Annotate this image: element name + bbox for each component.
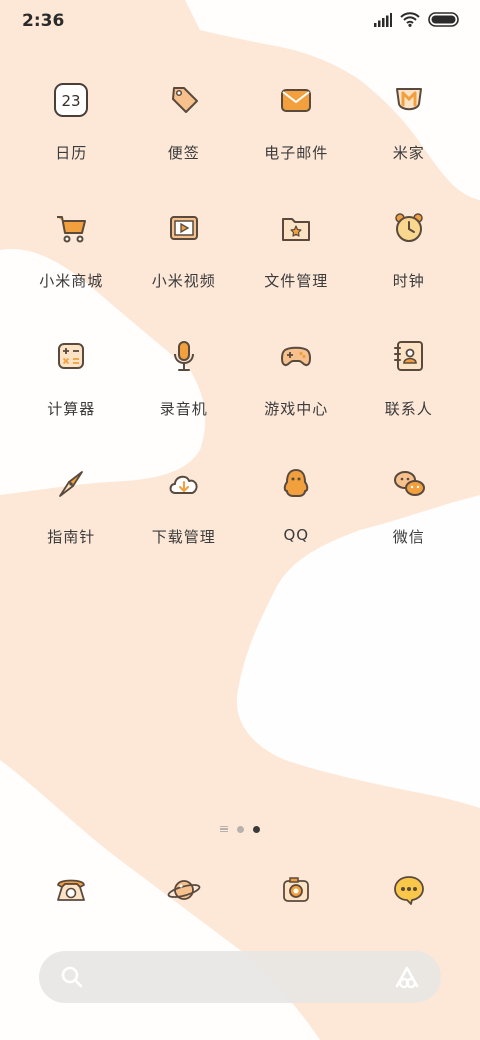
app-calculator[interactable]: 计算器 — [15, 320, 128, 448]
gamepad-icon — [268, 328, 324, 384]
wechat-icon — [381, 456, 437, 512]
status-time: 2:36 — [22, 11, 65, 31]
app-compass[interactable]: 指南针 — [15, 448, 128, 576]
search-icon[interactable] — [59, 964, 85, 990]
camera-icon[interactable] — [268, 858, 324, 922]
phone-icon[interactable] — [43, 858, 99, 922]
app-qq[interactable]: QQ — [240, 448, 353, 576]
calendar-date: 23 — [62, 92, 81, 110]
app-label: QQ — [283, 526, 310, 544]
contacts-icon — [381, 328, 437, 384]
app-label: 小米视频 — [151, 272, 216, 290]
status-bar: 2:36 — [0, 0, 480, 44]
signal-icon — [374, 12, 392, 27]
dock — [15, 858, 465, 922]
microphone-icon — [156, 328, 212, 384]
page-indicator-list[interactable] — [220, 825, 228, 833]
app-grid: 23 日历 便签 电子邮件 米家 小米商城 小米视频 文件管理 时钟 计算器 录… — [15, 64, 465, 576]
app-notes[interactable]: 便签 — [128, 64, 241, 192]
app-label: 录音机 — [159, 400, 208, 418]
app-mi-store[interactable]: 小米商城 — [15, 192, 128, 320]
app-label: 日历 — [55, 144, 88, 162]
search-bar[interactable] — [39, 951, 441, 1003]
mijia-icon — [381, 72, 437, 128]
app-label: 下载管理 — [151, 528, 216, 546]
app-label: 时钟 — [392, 272, 425, 290]
app-label: 便签 — [167, 144, 200, 162]
app-file-manager[interactable]: 文件管理 — [240, 192, 353, 320]
page-indicator[interactable] — [0, 823, 480, 835]
app-contacts[interactable]: 联系人 — [353, 320, 466, 448]
app-game-center[interactable]: 游戏中心 — [240, 320, 353, 448]
app-label: 微信 — [392, 528, 425, 546]
app-mi-video[interactable]: 小米视频 — [128, 192, 241, 320]
app-label: 游戏中心 — [264, 400, 329, 418]
calculator-icon — [43, 328, 99, 384]
assistant-icon[interactable] — [393, 963, 421, 991]
app-recorder[interactable]: 录音机 — [128, 320, 241, 448]
app-label: 指南针 — [47, 528, 96, 546]
app-calendar[interactable]: 23 日历 — [15, 64, 128, 192]
compass-icon — [43, 456, 99, 512]
clock-icon — [381, 200, 437, 256]
mail-icon — [268, 72, 324, 128]
app-mijia[interactable]: 米家 — [353, 64, 466, 192]
message-icon[interactable] — [381, 858, 437, 922]
qq-icon — [268, 456, 324, 512]
page-dot[interactable] — [237, 825, 244, 833]
calendar-icon: 23 — [43, 72, 99, 128]
video-icon — [156, 200, 212, 256]
app-label: 小米商城 — [39, 272, 104, 290]
app-label: 电子邮件 — [264, 144, 329, 162]
page-dot-active[interactable] — [253, 825, 260, 833]
status-icons — [374, 12, 460, 27]
app-wechat[interactable]: 微信 — [353, 448, 466, 576]
planet-icon[interactable] — [156, 858, 212, 922]
battery-icon — [428, 12, 459, 27]
wifi-icon — [400, 12, 420, 27]
app-download-manager[interactable]: 下载管理 — [128, 448, 241, 576]
cloud-download-icon — [156, 456, 212, 512]
folder-icon — [268, 200, 324, 256]
app-label: 计算器 — [47, 400, 96, 418]
app-label: 米家 — [392, 144, 425, 162]
app-label: 联系人 — [384, 400, 433, 418]
app-clock[interactable]: 时钟 — [353, 192, 466, 320]
app-label: 文件管理 — [264, 272, 329, 290]
app-email[interactable]: 电子邮件 — [240, 64, 353, 192]
cart-icon — [43, 200, 99, 256]
tag-icon — [156, 72, 212, 128]
